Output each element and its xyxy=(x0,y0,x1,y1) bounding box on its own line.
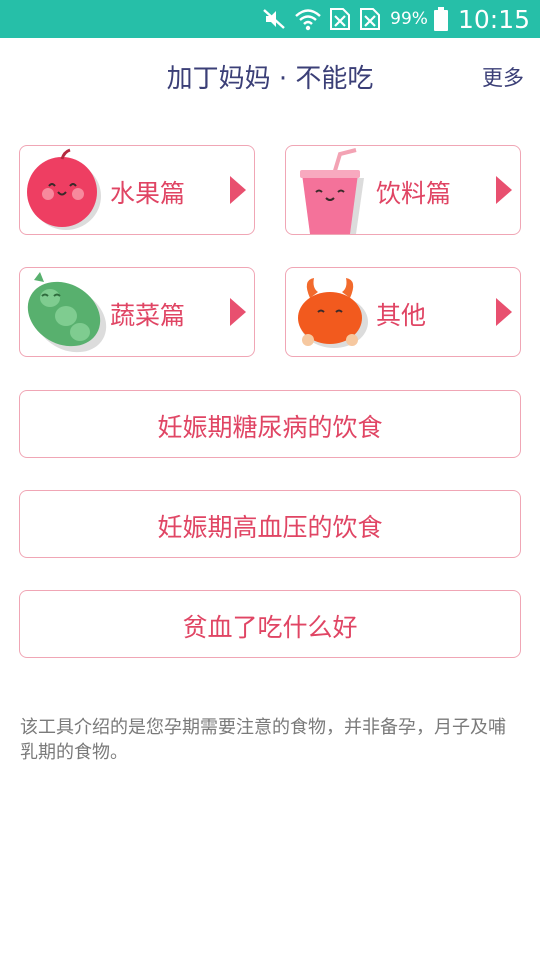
category-other-card[interactable]: 其他 xyxy=(285,267,521,357)
topic-anemia-button[interactable]: 贫血了吃什么好 xyxy=(19,590,521,658)
footnote-text: 该工具介绍的是您孕期需要注意的食物，并非备孕，月子及哺乳期的食物。 xyxy=(20,717,506,763)
battery-percent: 99% xyxy=(390,9,428,29)
category-label: 其他 xyxy=(376,301,427,330)
category-drink-card[interactable]: 饮料篇 xyxy=(285,145,521,235)
arrow-right-icon xyxy=(230,298,246,326)
crab-icon xyxy=(288,270,376,356)
topic-diabetes-button[interactable]: 妊娠期糖尿病的饮食 xyxy=(19,390,521,458)
category-fruit-card[interactable]: 水果篇 xyxy=(19,145,255,235)
status-bar: 99% 10:15 xyxy=(0,0,540,38)
topic-label: 妊娠期高血压的饮食 xyxy=(157,513,383,542)
page-title: 加丁妈妈 · 不能吃 xyxy=(166,64,374,94)
pea-pod-icon xyxy=(22,270,110,356)
category-vegetable-card[interactable]: 蔬菜篇 xyxy=(19,267,255,357)
category-label: 蔬菜篇 xyxy=(110,301,186,330)
drink-cup-icon xyxy=(288,148,376,234)
title-bar: 加丁妈妈 · 不能吃 更多 xyxy=(0,38,540,110)
arrow-right-icon xyxy=(496,298,512,326)
wifi-icon xyxy=(294,7,322,31)
no-sim-icon xyxy=(328,7,352,31)
apple-icon xyxy=(22,148,110,234)
arrow-right-icon xyxy=(496,176,512,204)
clock: 10:15 xyxy=(457,4,530,34)
battery-icon xyxy=(433,7,448,31)
topic-label: 妊娠期糖尿病的饮食 xyxy=(157,413,383,442)
topic-label: 贫血了吃什么好 xyxy=(182,613,358,642)
mute-icon xyxy=(262,7,288,31)
more-button[interactable]: 更多 xyxy=(482,62,524,92)
category-label: 饮料篇 xyxy=(376,179,452,208)
topic-hypertension-button[interactable]: 妊娠期高血压的饮食 xyxy=(19,490,521,558)
category-label: 水果篇 xyxy=(110,179,186,208)
arrow-right-icon xyxy=(230,176,246,204)
no-sim-icon xyxy=(358,7,382,31)
